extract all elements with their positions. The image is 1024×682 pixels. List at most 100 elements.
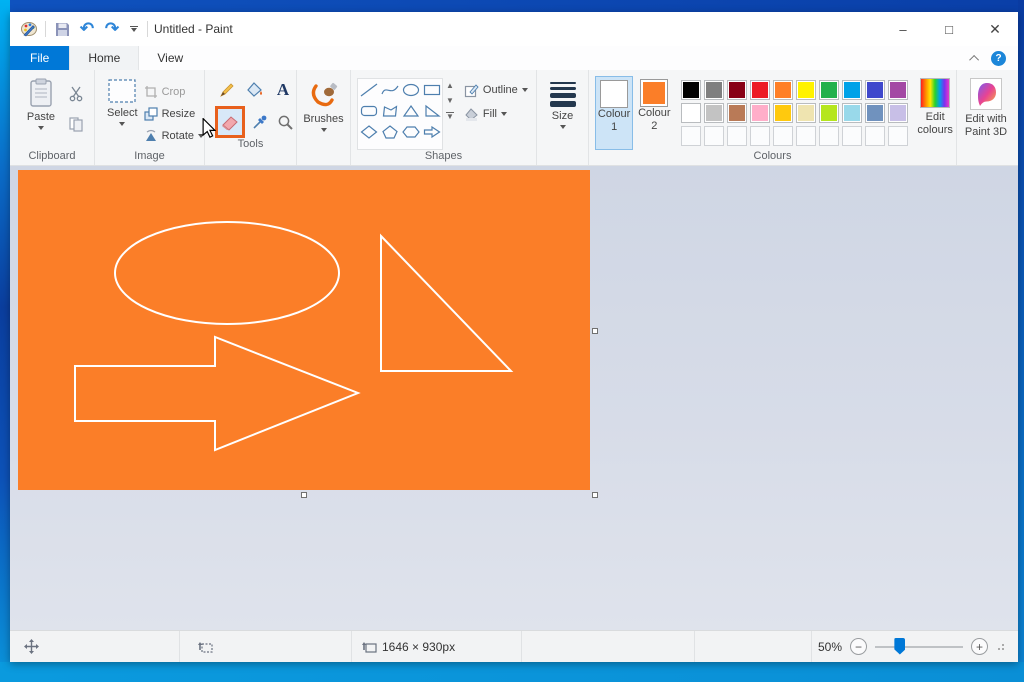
colour-palette [681,80,909,150]
shape-diamond[interactable] [358,121,379,142]
palette-swatch[interactable] [750,80,771,100]
palette-swatch-empty[interactable] [681,126,702,146]
shape-curve[interactable] [379,79,400,100]
eraser-tool-button[interactable] [215,106,245,138]
maximize-button[interactable]: □ [926,12,972,46]
save-button[interactable] [53,20,71,38]
palette-swatch[interactable] [750,103,771,123]
fill-button[interactable]: Fill [464,106,528,122]
palette-swatch[interactable] [681,103,702,123]
canvas-resize-handle-right[interactable] [592,328,598,334]
outline-button[interactable]: Outline [464,82,528,98]
group-brushes: Brushes [297,70,351,165]
group-label-image: Image [134,150,165,162]
collapse-ribbon-icon[interactable] [969,54,980,65]
brush-icon [311,82,337,107]
shape-rectangle[interactable] [421,79,442,100]
shape-right-triangle[interactable] [421,100,442,121]
palette-swatch[interactable] [796,103,817,123]
gallery-more-icon[interactable]: ▼ [446,112,454,121]
palette-swatch-empty[interactable] [750,126,771,146]
shape-triangle[interactable] [400,100,421,121]
palette-swatch[interactable] [842,80,863,100]
selection-size-icon [198,641,213,653]
tab-file[interactable]: File [10,46,70,70]
zoom-out-button[interactable]: − [850,638,867,655]
gallery-down-icon[interactable]: ▼ [446,97,454,105]
edit-colours-button[interactable]: Edit colours [914,76,956,150]
shape-arrow[interactable] [421,121,442,142]
group-tools: A Tools [205,70,297,165]
shape-line[interactable] [358,79,379,100]
select-button[interactable]: Select [101,76,144,150]
zoom-slider[interactable] [875,637,963,655]
shape-pentagon[interactable] [379,121,400,142]
pencil-tool-button[interactable] [215,78,239,102]
crop-icon [144,86,157,98]
palette-swatch-empty[interactable] [819,126,840,146]
group-label-shapes: Shapes [424,150,463,162]
desktop-background: ↶ ↷ Untitled - Paint – □ ✕ File Home Vie… [0,0,1024,682]
canvas-resize-handle-bottom[interactable] [301,492,307,498]
group-size: Size [537,70,589,165]
palette-swatch[interactable] [704,103,725,123]
palette-swatch[interactable] [773,80,794,100]
brushes-button[interactable]: Brushes [301,76,347,132]
gallery-up-icon[interactable]: ▲ [446,82,454,90]
shape-ellipse[interactable] [400,79,421,100]
palette-swatch[interactable] [865,80,886,100]
palette-swatch-empty[interactable] [796,126,817,146]
copy-button[interactable] [64,112,88,136]
zoom-in-button[interactable]: + [971,638,988,655]
palette-swatch[interactable] [704,80,725,100]
magnifier-tool-button[interactable] [274,110,296,134]
palette-swatch-empty[interactable] [888,126,909,146]
drawing-canvas[interactable] [18,170,598,498]
tab-home[interactable]: Home [69,46,140,70]
palette-swatch-empty[interactable] [727,126,748,146]
undo-button[interactable]: ↶ [78,20,96,38]
palette-swatch[interactable] [888,80,909,100]
mouse-cursor [202,118,216,138]
resize-grip[interactable] [998,643,1004,650]
rotate-button[interactable]: Rotate [144,128,204,144]
help-icon[interactable]: ? [991,50,1006,66]
palette-swatch-empty[interactable] [704,126,725,146]
size-button[interactable]: Size [540,76,586,129]
palette-swatch[interactable] [796,80,817,100]
palette-swatch[interactable] [819,103,840,123]
window-title: Untitled - Paint [154,22,233,36]
minimize-button[interactable]: – [880,12,926,46]
tab-view[interactable]: View [139,46,201,70]
palette-swatch[interactable] [842,103,863,123]
shape-polygon[interactable] [379,100,400,121]
palette-swatch[interactable] [865,103,886,123]
palette-swatch[interactable] [681,80,702,100]
cut-button[interactable] [64,82,88,106]
paste-button[interactable]: Paste [18,76,64,150]
shape-hexagon[interactable] [400,121,421,142]
shape-rounded-rectangle[interactable] [358,100,379,121]
text-tool-button[interactable]: A [271,78,295,102]
palette-swatch[interactable] [819,80,840,100]
close-button[interactable]: ✕ [972,12,1018,46]
zoom-slider-handle[interactable] [894,637,906,655]
colour2-button[interactable]: Colour 2 [635,76,673,150]
palette-swatch[interactable] [727,103,748,123]
colour1-button[interactable]: Colour 1 [595,76,634,150]
fill-tool-button[interactable] [243,78,267,102]
palette-swatch[interactable] [727,80,748,100]
palette-swatch-empty[interactable] [773,126,794,146]
resize-button[interactable]: Resize [143,106,204,122]
palette-swatch-empty[interactable] [865,126,886,146]
redo-button[interactable]: ↷ [103,20,121,38]
edit-with-paint3d-button[interactable]: Edit with Paint 3D [957,76,1015,139]
palette-swatch[interactable] [773,103,794,123]
window-controls: – □ ✕ [880,12,1018,46]
palette-swatch-empty[interactable] [842,126,863,146]
desktop-strip-bottom [0,662,1024,682]
customize-qat-dropdown[interactable] [128,25,140,33]
palette-swatch[interactable] [888,103,909,123]
color-picker-tool-button[interactable] [249,110,271,134]
canvas-resize-handle-corner[interactable] [592,492,598,498]
